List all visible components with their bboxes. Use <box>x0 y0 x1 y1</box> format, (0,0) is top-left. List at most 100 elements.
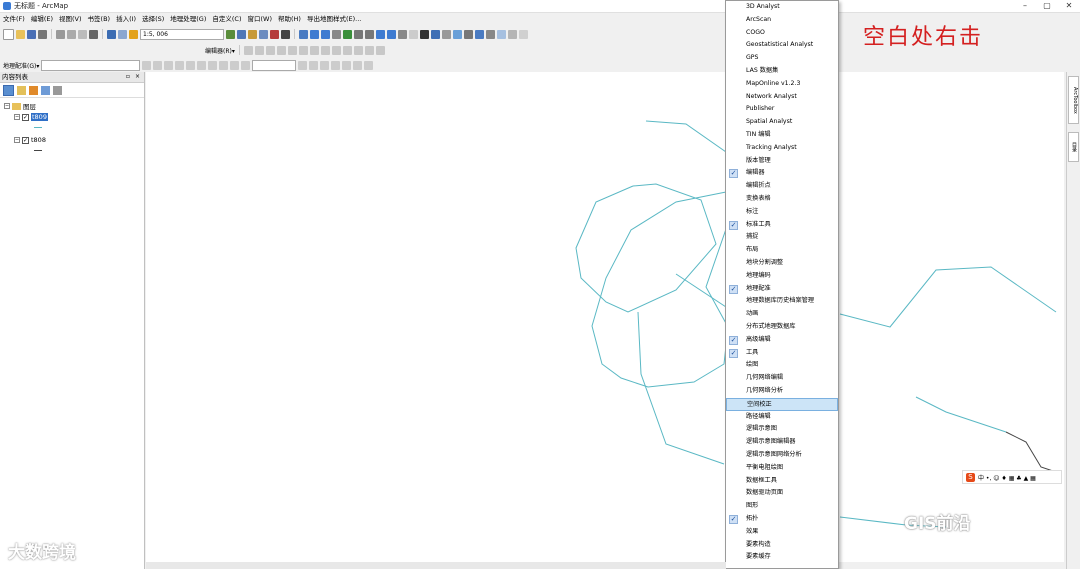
menu-insert[interactable]: 插入(I) <box>113 13 139 25</box>
pin-icon[interactable]: ▫ <box>126 72 130 82</box>
full-extent-icon[interactable] <box>343 29 352 39</box>
menu-help[interactable]: 帮助(H) <box>275 13 304 25</box>
clear-selection-icon[interactable] <box>409 29 418 39</box>
menu-item[interactable]: 图形 <box>726 500 838 513</box>
add-data-icon[interactable] <box>129 29 138 39</box>
menu-item[interactable]: ✓ 标准工具 <box>726 219 838 232</box>
list-by-drawing-order-icon[interactable] <box>3 84 14 96</box>
new-icon[interactable] <box>3 28 14 40</box>
scale-combo[interactable]: 1:5, 006 <box>140 28 224 40</box>
point-icon[interactable] <box>287 45 297 55</box>
options-icon[interactable] <box>53 85 62 95</box>
sogou-icon[interactable]: S <box>966 472 975 482</box>
draw-polygon-icon[interactable] <box>219 60 229 70</box>
menu-item[interactable]: LAS 数据集 <box>726 65 838 78</box>
add-control-points-icon[interactable] <box>175 60 185 70</box>
select-elements-icon[interactable] <box>420 29 429 39</box>
draw-rectangle-icon[interactable] <box>230 60 240 70</box>
italic-icon[interactable] <box>309 60 319 70</box>
menu-item[interactable]: 空间校正 <box>726 397 838 411</box>
menu-export-style[interactable]: 导出地图样式(E)... <box>304 13 364 25</box>
layer-name[interactable]: t809 <box>31 113 48 121</box>
copy-icon[interactable] <box>67 29 76 39</box>
menu-item[interactable]: 数据驱动页面 <box>726 487 838 500</box>
menu-item[interactable]: 编辑折点 <box>726 180 838 193</box>
menu-item[interactable]: ArcScan <box>726 14 838 27</box>
open-icon[interactable] <box>16 29 25 39</box>
ime-status[interactable]: 中 •, ☺ ♦ ▦ ♣ ▲ ▦ <box>978 473 1036 482</box>
draw-line-icon[interactable] <box>208 60 218 70</box>
catalog-icon[interactable] <box>248 29 257 39</box>
marker-color-icon[interactable] <box>364 60 374 70</box>
menu-item[interactable]: 布局 <box>726 244 838 257</box>
layer-name[interactable]: t808 <box>31 136 46 144</box>
list-by-selection-icon[interactable] <box>41 85 50 95</box>
shift-georef-icon[interactable] <box>153 60 163 70</box>
menu-item[interactable]: 数据框工具 <box>726 475 838 488</box>
bold-icon[interactable] <box>298 60 308 70</box>
trace-icon[interactable] <box>276 45 286 55</box>
arctoolbox-icon[interactable] <box>270 29 279 39</box>
menu-item[interactable]: 要素缓存 <box>726 551 838 564</box>
select-features-icon[interactable] <box>398 29 407 39</box>
menu-item[interactable]: 逻辑示意图编辑器 <box>726 436 838 449</box>
undo-icon[interactable] <box>107 29 116 39</box>
menu-item[interactable]: Network Analyst <box>726 91 838 104</box>
menu-item[interactable]: ✓ 地理配准 <box>726 283 838 296</box>
attributes-icon[interactable] <box>353 45 363 55</box>
cut-polygons-icon[interactable] <box>320 45 330 55</box>
fill-color-icon[interactable] <box>342 60 352 70</box>
toc-window-icon[interactable] <box>237 29 246 39</box>
find-route-icon[interactable] <box>486 29 495 39</box>
back-icon[interactable] <box>376 29 385 39</box>
menu-bookmarks[interactable]: 书签(B) <box>85 13 114 25</box>
edit-tool-icon[interactable] <box>243 45 253 55</box>
georeferencing-menu[interactable]: 地理配准(G)▾ <box>3 61 39 70</box>
layer-visibility-checkbox[interactable]: ✓ <box>22 136 29 144</box>
menu-item[interactable]: Geostatistical Analyst <box>726 39 838 52</box>
menu-item[interactable]: ✓ 高级编辑 <box>726 334 838 347</box>
viewer-window-icon[interactable] <box>519 29 528 39</box>
menu-selection[interactable]: 选择(S) <box>139 13 167 25</box>
find-icon[interactable] <box>475 29 484 39</box>
rotate-icon[interactable] <box>342 45 352 55</box>
delete-icon[interactable] <box>89 29 98 39</box>
menu-item[interactable]: Publisher <box>726 103 838 116</box>
maximize-icon[interactable]: ▢ <box>1036 0 1058 12</box>
font-size-combo[interactable] <box>252 59 297 71</box>
zoom-in-icon[interactable] <box>310 29 319 39</box>
menu-item[interactable]: Spatial Analyst <box>726 116 838 129</box>
menu-geoprocessing[interactable]: 地理处理(G) <box>167 13 209 25</box>
minimize-icon[interactable]: – <box>1014 0 1036 12</box>
menu-item[interactable]: 几何网络分析 <box>726 385 838 398</box>
python-icon[interactable] <box>281 29 290 39</box>
view-link-table-icon[interactable] <box>186 60 196 70</box>
layers-group[interactable]: − 图层 <box>4 101 36 111</box>
menu-item[interactable]: MapOnline v1.2.3 <box>726 78 838 91</box>
menu-item[interactable]: 平衡电阻绘图 <box>726 462 838 475</box>
close-icon[interactable]: ✕ <box>1058 0 1080 12</box>
menu-item[interactable]: GPS <box>726 52 838 65</box>
menu-item[interactable]: COGO <box>726 27 838 40</box>
menu-item[interactable]: Tracking Analyst <box>726 142 838 155</box>
menu-item[interactable]: 标注 <box>726 206 838 219</box>
pan-icon[interactable] <box>332 29 341 39</box>
menu-item[interactable]: 捕捉 <box>726 231 838 244</box>
underline-icon[interactable] <box>320 60 330 70</box>
hyperlink-icon[interactable] <box>442 29 451 39</box>
menu-item[interactable]: 地理数据库历史档案管理 <box>726 295 838 308</box>
scale-georef-icon[interactable] <box>164 60 174 70</box>
draw-point-icon[interactable] <box>197 60 207 70</box>
editor-menu[interactable]: 编辑器(R)▾ <box>205 46 235 55</box>
menu-item[interactable]: 3D Analyst <box>726 1 838 14</box>
edit-annotation-icon[interactable] <box>254 45 264 55</box>
list-by-visibility-icon[interactable] <box>29 85 38 95</box>
collapse-icon[interactable]: − <box>14 137 20 143</box>
menu-item[interactable]: 逻辑示意图 <box>726 423 838 436</box>
draw-text-icon[interactable] <box>241 60 251 70</box>
menu-windows[interactable]: 窗口(W) <box>245 13 276 25</box>
menu-item[interactable]: 地块分割调整 <box>726 257 838 270</box>
menu-item[interactable]: 几何网络编辑 <box>726 372 838 385</box>
close-icon[interactable]: × <box>135 72 140 82</box>
menu-item[interactable]: TIN 编辑 <box>726 129 838 142</box>
